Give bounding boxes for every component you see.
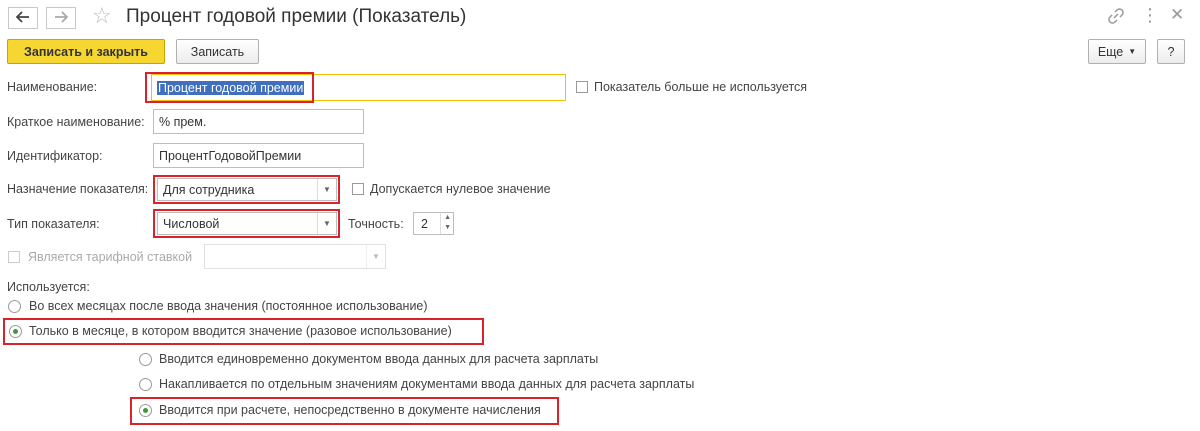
name-value: Процент годовой премии: [157, 80, 305, 95]
arrow-right-icon: [54, 10, 69, 26]
input-radio-calculation[interactable]: [139, 404, 152, 417]
purpose-value: Для сотрудника: [163, 182, 255, 197]
close-icon[interactable]: ✕: [1170, 6, 1184, 23]
arrow-left-icon: [15, 10, 30, 26]
usage-option-onetime: Только в месяце, в котором вводится знач…: [29, 324, 452, 338]
unused-checkbox-label: Показатель больше не используется: [594, 80, 808, 94]
unused-checkbox[interactable]: [576, 81, 588, 93]
id-value: ПроцентГодовойПремии: [159, 148, 302, 163]
name-field[interactable]: Процент годовой премии: [151, 74, 566, 101]
name-label: Наименование:: [7, 80, 98, 94]
input-option-accumulate: Накапливается по отдельным значениям док…: [159, 377, 695, 391]
purpose-label: Назначение показателя:: [7, 182, 149, 196]
usage-option-permanent: Во всех месяцах после ввода значения (по…: [29, 299, 428, 313]
input-radio-accumulate[interactable]: [139, 378, 152, 391]
type-label: Тип показателя:: [7, 217, 100, 231]
more-label: Еще: [1097, 44, 1124, 59]
type-value: Числовой: [163, 216, 220, 231]
usage-radio-onetime[interactable]: [9, 325, 22, 338]
chevron-down-icon: ▼: [1128, 47, 1137, 56]
type-select[interactable]: Числовой ▼: [157, 212, 337, 235]
tariff-select[interactable]: ▼: [204, 244, 386, 269]
more-menu-icon[interactable]: ⋮: [1141, 6, 1159, 24]
chevron-down-icon[interactable]: ▼: [317, 213, 336, 234]
help-button[interactable]: ?: [1157, 39, 1185, 64]
spin-up-icon[interactable]: ▲: [444, 214, 451, 221]
link-icon[interactable]: [1108, 8, 1124, 28]
chevron-down-icon[interactable]: ▼: [317, 179, 336, 200]
spin-down-icon[interactable]: ▼: [444, 224, 451, 231]
more-button[interactable]: Еще ▼: [1088, 39, 1146, 64]
precision-value: 2: [421, 217, 428, 231]
save-and-close-button[interactable]: Записать и закрыть: [7, 39, 165, 64]
input-option-calculation: Вводится при расчете, непосредственно в …: [159, 403, 541, 417]
forward-button[interactable]: [46, 7, 76, 29]
precision-label: Точность:: [348, 217, 404, 231]
favorite-star-icon[interactable]: ☆: [92, 5, 112, 27]
input-option-document: Вводится единовременно документом ввода …: [159, 352, 599, 366]
window-title: Процент годовой премии (Показатель): [126, 6, 467, 27]
zero-allowed-label: Допускается нулевое значение: [370, 182, 551, 196]
short-name-field[interactable]: % прем.: [153, 109, 364, 134]
short-name-value: % прем.: [159, 114, 207, 129]
tariff-checkbox[interactable]: [8, 251, 20, 263]
chevron-down-icon[interactable]: ▼: [366, 245, 385, 268]
short-name-label: Краткое наименование:: [7, 115, 145, 129]
input-radio-document[interactable]: [139, 353, 152, 366]
usage-radio-permanent[interactable]: [8, 300, 21, 313]
tariff-label: Является тарифной ставкой: [28, 250, 193, 264]
precision-field[interactable]: 2 ▲ ▼: [413, 212, 454, 235]
back-button[interactable]: [8, 7, 38, 29]
save-button[interactable]: Записать: [176, 39, 259, 64]
zero-allowed-checkbox[interactable]: [352, 183, 364, 195]
purpose-select[interactable]: Для сотрудника ▼: [157, 178, 337, 201]
usage-label: Используется:: [7, 280, 90, 294]
id-field[interactable]: ПроцентГодовойПремии: [153, 143, 364, 168]
id-label: Идентификатор:: [7, 149, 103, 163]
